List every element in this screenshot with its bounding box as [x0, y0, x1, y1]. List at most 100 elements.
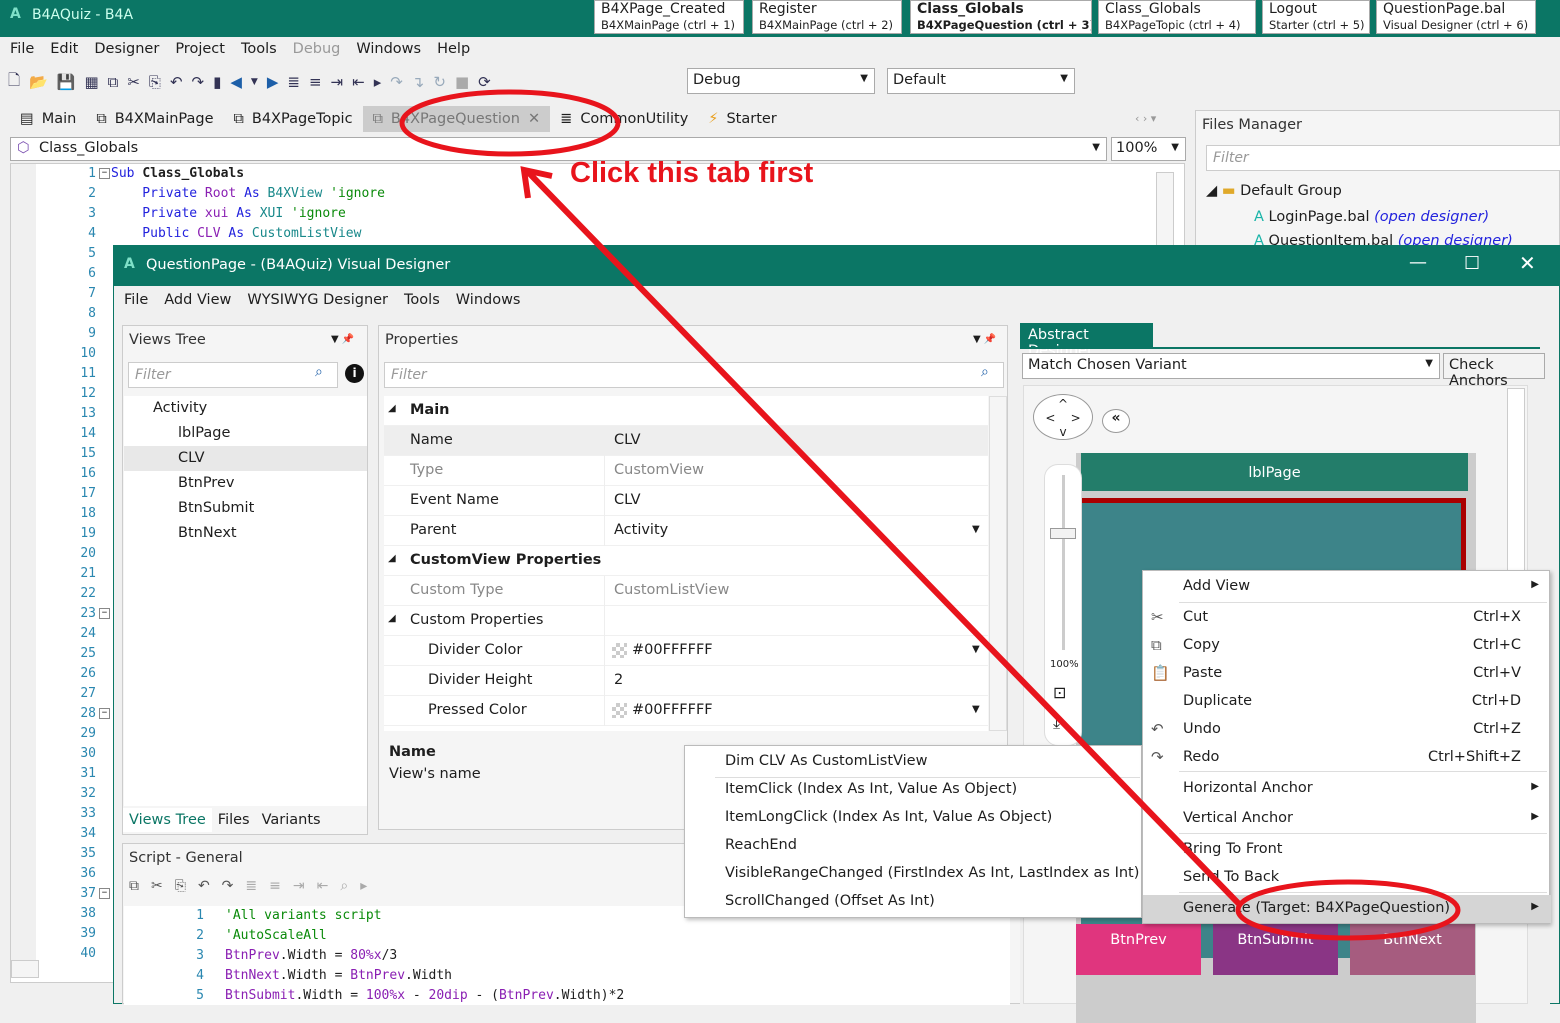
context-menu-item[interactable]: ✂ Cut Ctrl+X — [1143, 604, 1551, 632]
menu-edit[interactable]: Edit — [50, 41, 78, 57]
menu-project[interactable]: Project — [175, 41, 225, 57]
new-icon[interactable]: 🗋 — [8, 70, 20, 95]
tree-item[interactable]: lblPage — [124, 421, 367, 446]
tab-starter[interactable]: ⚡ Starter — [698, 106, 787, 132]
tab-commonutility[interactable]: ≣ CommonUtility — [550, 106, 698, 132]
context-menu-item[interactable]: ↶ Undo Ctrl+Z — [1143, 716, 1551, 744]
script-editor[interactable]: 1 2 3 4 5 'All variants script 'AutoScaleAll Bt… — [124, 906, 1010, 1005]
context-menu-item[interactable]: 📋 Paste Ctrl+V — [1143, 660, 1551, 688]
redo-icon[interactable]: ↷ — [222, 878, 234, 894]
indent-icon[interactable]: ⇥ — [293, 878, 305, 894]
outdent-icon[interactable]: ⇤ — [317, 878, 329, 894]
uncomment-icon[interactable]: ≡ — [309, 73, 322, 91]
slider-thumb[interactable] — [1050, 528, 1076, 539]
build-mode-select[interactable]: Debug ▼ — [687, 68, 875, 94]
build-config-select[interactable]: Default ▼ — [887, 68, 1075, 94]
close-icon[interactable]: ✕ — [1519, 251, 1536, 275]
menu-tools[interactable]: Tools — [241, 41, 277, 57]
context-menu-item[interactable]: Add View ▶ — [1143, 573, 1551, 601]
comment-icon[interactable]: ≣ — [287, 73, 300, 91]
download-icon[interactable]: ⤓ — [1053, 713, 1060, 733]
save-icon[interactable]: 💾 — [57, 73, 76, 91]
context-menu-item[interactable]: ⧉ Copy Ctrl+C — [1143, 632, 1551, 660]
tab-b4xpagetopic[interactable]: ⧉ B4XPageTopic — [224, 106, 363, 132]
tab-main[interactable]: ▤ Main — [10, 106, 86, 132]
tree-item[interactable]: CLV — [124, 446, 367, 471]
menu-help[interactable]: Help — [437, 41, 470, 57]
property-value[interactable]: CLV — [614, 432, 641, 448]
designer-menu-item[interactable]: Tools — [404, 292, 440, 308]
step-into-icon[interactable]: ↴ — [412, 73, 425, 91]
context-menu-item[interactable]: ↷ Redo Ctrl+Shift+Z — [1143, 744, 1551, 772]
context-menu-item[interactable]: Send To Back — [1143, 864, 1551, 892]
property-row[interactable]: Divider Color #00FFFFFF ▼ — [384, 636, 988, 666]
file-item[interactable]: A LoginPage.bal (open designer) — [1254, 209, 1489, 225]
tab-scroll-icon[interactable]: ‹ › ▾ — [1135, 112, 1156, 125]
context-menu-item[interactable]: Vertical Anchor ▶ — [1143, 805, 1551, 833]
views-filter-input[interactable]: Filter — [128, 362, 338, 388]
collapse-icon[interactable]: ◢ — [388, 613, 396, 624]
tree-item[interactable]: Activity — [124, 396, 367, 421]
fold-icon[interactable]: − — [99, 708, 110, 719]
property-row[interactable]: Divider Height 2 — [384, 666, 988, 696]
chevron-down-icon[interactable]: ▼ — [972, 524, 980, 535]
pin-icon[interactable]: ▼ 📌 — [973, 334, 996, 345]
nudge-pad[interactable]: ^ < > v — [1033, 394, 1093, 440]
view-lblpage[interactable]: lblPage — [1081, 453, 1468, 491]
menu-windows[interactable]: Windows — [356, 41, 421, 57]
collapse-icon[interactable]: ◢ — [388, 553, 396, 564]
abstract-designer-tab[interactable]: Abstract Designer — [1020, 323, 1153, 359]
views-tree-tab[interactable]: Variants — [256, 808, 327, 832]
forward-icon[interactable]: ▶ — [267, 73, 279, 91]
fold-icon[interactable]: − — [99, 168, 110, 179]
document-tab[interactable]: Logout Starter (ctrl + 5) — [1262, 0, 1370, 34]
context-menu-item[interactable]: Duplicate Ctrl+D — [1143, 688, 1551, 716]
info-icon[interactable]: i — [345, 364, 364, 383]
tab-b4xmainpage[interactable]: ⧉ B4XMainPage — [86, 106, 223, 132]
tree-item[interactable]: BtnNext — [124, 521, 367, 546]
zoom-select[interactable]: 100% ▼ — [1111, 137, 1186, 161]
chevron-down-icon[interactable]: ▼ — [972, 644, 980, 655]
property-row[interactable]: Name CLV — [384, 426, 988, 456]
event-item[interactable]: ItemLongClick (Index As Int, Value As Ob… — [725, 809, 1052, 825]
tree-item[interactable]: BtnSubmit — [124, 496, 367, 521]
search-icon[interactable]: ⌕ — [315, 364, 323, 380]
properties-scrollbar[interactable] — [989, 396, 1007, 731]
property-row[interactable]: ◢ Main — [384, 396, 988, 426]
zoom-slider[interactable]: 100% ⊡ ⤓ — [1044, 464, 1082, 746]
tree-group[interactable]: ◢ ▬ Default Group — [1206, 183, 1342, 199]
document-tab[interactable]: B4XPage_Created B4XMainPage (ctrl + 1) — [594, 0, 744, 34]
tree-item[interactable]: BtnPrev — [124, 471, 367, 496]
undo-icon[interactable]: ↶ — [198, 878, 210, 894]
property-row[interactable]: ◢ CustomView Properties — [384, 546, 988, 576]
designer-menu-item[interactable]: WYSIWYG Designer — [247, 292, 388, 308]
property-value[interactable]: Activity — [614, 522, 668, 538]
indent-icon[interactable]: ⇥ — [331, 73, 344, 91]
properties-filter-input[interactable]: Filter — [384, 362, 1004, 388]
property-value[interactable]: CustomListView — [614, 582, 729, 598]
back-icon[interactable]: ◀ — [230, 73, 242, 91]
collapse-icon[interactable]: ◢ — [388, 403, 396, 414]
tab-b4xpagequestion[interactable]: ⧉ B4XPageQuestion ✕ — [362, 106, 551, 132]
document-tab[interactable]: QuestionPage.bal Visual Designer (ctrl + … — [1376, 0, 1536, 34]
property-row[interactable]: Event Name CLV — [384, 486, 988, 516]
search-icon[interactable]: ⌕ — [981, 364, 989, 380]
open-designer-link[interactable]: (open designer) — [1374, 209, 1489, 225]
variant-select[interactable]: Match Chosen Variant ▼ — [1022, 353, 1440, 379]
copy-icon[interactable]: ⧉ — [129, 878, 139, 894]
view-btnprev[interactable]: BtnPrev — [1076, 924, 1201, 975]
undo-icon[interactable]: ↶ — [170, 73, 183, 91]
property-value[interactable]: CustomView — [614, 462, 704, 478]
views-tree-tab[interactable]: Files — [212, 808, 256, 832]
event-item[interactable]: ItemClick (Index As Int, Value As Object… — [725, 781, 1017, 797]
property-row[interactable]: ◢ Custom Properties — [384, 606, 988, 636]
maximize-icon[interactable]: ☐ — [1464, 253, 1480, 274]
restart-icon[interactable]: ⟳ — [478, 73, 491, 91]
bookmark-icon[interactable]: ▮ — [213, 73, 221, 91]
save-all-icon[interactable]: ▦ — [84, 73, 98, 91]
horizontal-scrollbar[interactable] — [11, 960, 39, 978]
step-out-icon[interactable]: ↻ — [433, 73, 446, 91]
view-btnsubmit[interactable]: BtnSubmit — [1213, 924, 1338, 975]
property-value[interactable]: CLV — [614, 492, 641, 508]
close-tab-icon[interactable]: ✕ — [528, 111, 540, 127]
